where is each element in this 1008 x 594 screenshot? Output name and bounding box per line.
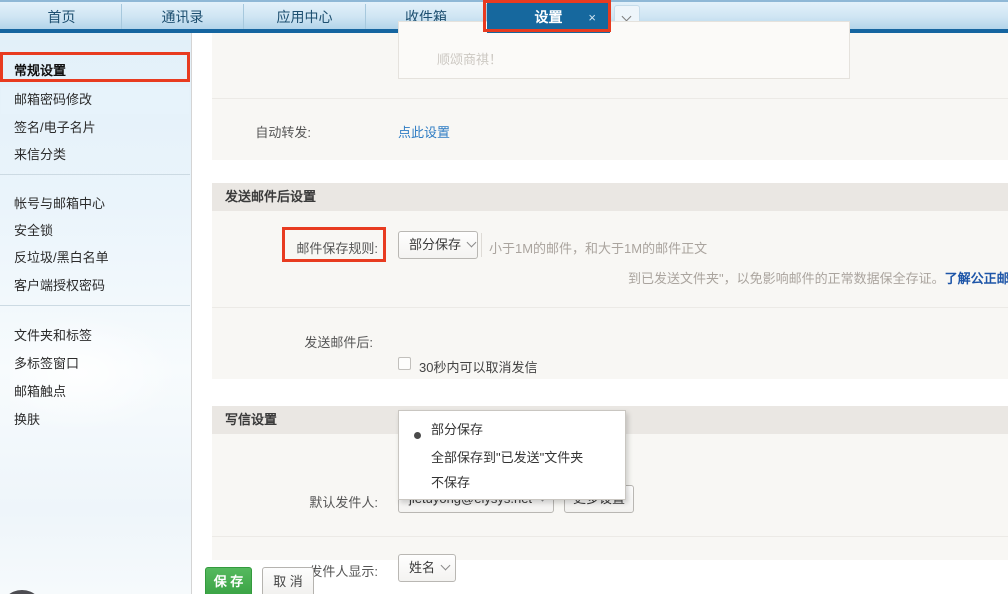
signature-placeholder-text: 顺颂商祺！ (437, 52, 503, 67)
save-rule-note-line2: 到已发送文件夹"，以免影响邮件的正常数据保全存证。了解公正邮 (628, 271, 1008, 286)
chevron-down-icon (440, 560, 451, 571)
settings-sidebar: 常规设置 邮箱密码修改 签名/电子名片 来信分类 帐号与邮箱中心 安全锁 反垃圾… (0, 33, 192, 594)
sidebar-item-change-skin[interactable]: 换肤 (14, 409, 40, 428)
divider (481, 233, 482, 257)
divider (212, 307, 1008, 308)
sidebar-divider (0, 305, 190, 306)
save-rule-dropdown-panel: 部分保存 全部保存到"已发送"文件夹 不保存 (398, 410, 626, 500)
save-rule-label: 邮件保存规则: (296, 241, 378, 256)
cancel-button[interactable]: 取 消 (262, 567, 314, 594)
dropdown-option-no-save[interactable]: 不保存 (399, 469, 625, 497)
tab-settings[interactable]: 设置 × (487, 2, 610, 33)
dropdown-option-save-all[interactable]: 全部保存到"已发送"文件夹 (399, 444, 625, 472)
default-sender-label: 默认发件人: (309, 495, 378, 510)
sidebar-item-incoming-rules[interactable]: 来信分类 (14, 144, 66, 163)
tab-apps[interactable]: 应用中心 (244, 4, 366, 31)
section-signature-autoforward: 顺颂商祺！ 自动转发: 点此设置 (212, 21, 1008, 160)
sidebar-divider (0, 174, 190, 175)
close-icon[interactable]: × (588, 2, 596, 33)
sidebar-item-password-change[interactable]: 邮箱密码修改 (14, 89, 92, 108)
save-rule-select[interactable]: 部分保存 (398, 231, 478, 259)
settings-main-panel: 顺颂商祺！ 自动转发: 点此设置 发送邮件后设置 邮件保存规则: 部分保存 小于… (205, 21, 1008, 594)
radio-selected-icon (414, 432, 421, 439)
signature-preview-box[interactable]: 顺颂商祺！ (398, 21, 850, 79)
cancel-send-checkbox-label: 30秒内可以取消发信 (419, 360, 538, 375)
section-after-send: 发送邮件后设置 邮件保存规则: 部分保存 小于1M的邮件，和大于1M的邮件正文 … (212, 183, 1008, 500)
sender-display-select[interactable]: 姓名 (398, 554, 456, 582)
dropdown-option-partial-save[interactable]: 部分保存 (399, 416, 625, 444)
divider (212, 536, 1008, 537)
sender-display-value: 姓名 (409, 560, 436, 575)
sidebar-item-multitab-window[interactable]: 多标签窗口 (14, 353, 79, 372)
chevron-down-icon (466, 237, 477, 248)
cancel-send-checkbox[interactable] (398, 357, 411, 370)
after-send-label: 发送邮件后: (304, 335, 373, 350)
sidebar-item-mail-touchpoint[interactable]: 邮箱触点 (14, 381, 66, 400)
save-rule-note-line1: 小于1M的邮件，和大于1M的邮件正文 (489, 241, 708, 256)
webmail-settings-screen: 首页 通讯录 应用中心 收件箱 设置 × 常规设置 邮箱密码修改 签名/电子名片… (0, 0, 1008, 594)
save-button[interactable]: 保 存 (205, 567, 252, 594)
sidebar-item-account-center[interactable]: 帐号与邮箱中心 (14, 193, 105, 212)
sidebar-item-security-lock[interactable]: 安全锁 (14, 220, 53, 239)
tab-bar: 首页 通讯录 应用中心 收件箱 设置 × (0, 0, 1008, 33)
save-rule-value: 部分保存 (409, 237, 462, 252)
tab-home[interactable]: 首页 (2, 4, 122, 31)
sidebar-item-signature-card[interactable]: 签名/电子名片 (14, 117, 96, 136)
divider (212, 98, 1008, 99)
notary-mail-link[interactable]: 了解公正邮 (945, 271, 1008, 286)
app-grid-icon[interactable] (0, 590, 44, 594)
sidebar-item-folders-tags[interactable]: 文件夹和标签 (14, 325, 92, 344)
sidebar-item-antispam-lists[interactable]: 反垃圾/黑白名单 (14, 247, 109, 266)
autoforward-label: 自动转发: (255, 125, 311, 140)
sidebar-item-client-auth-password[interactable]: 客户端授权密码 (14, 275, 105, 294)
autoforward-setup-link[interactable]: 点此设置 (398, 122, 450, 141)
chevron-down-icon (621, 11, 632, 22)
tab-settings-label: 设置 (534, 9, 563, 25)
tab-contacts[interactable]: 通讯录 (122, 4, 244, 31)
after-send-section-title: 发送邮件后设置 (212, 183, 1008, 211)
sidebar-item-general-settings[interactable]: 常规设置 (14, 60, 66, 79)
